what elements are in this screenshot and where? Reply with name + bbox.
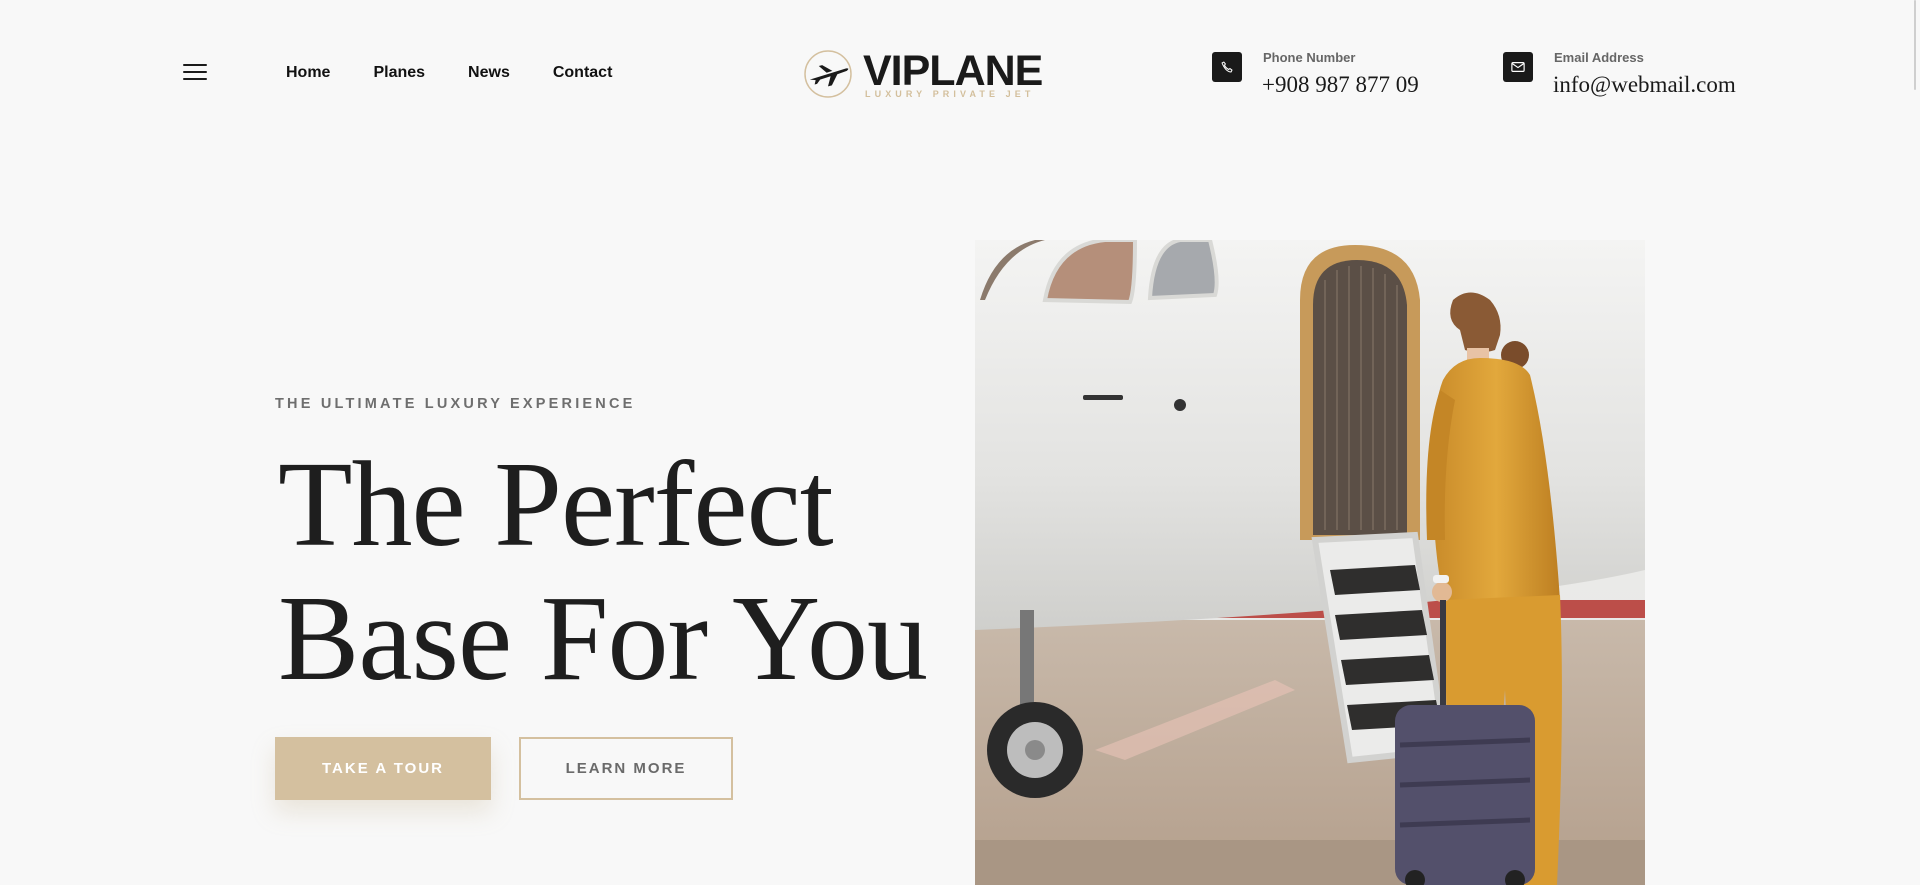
phone-icon [1212, 52, 1242, 82]
logo[interactable]: VIPLANE LUXURY PRIVATE JET [803, 48, 1048, 102]
hero-eyebrow: THE ULTIMATE LUXURY EXPERIENCE [275, 396, 636, 412]
hero-image [975, 240, 1645, 885]
plane-logo-icon [804, 50, 852, 98]
main-nav: Home Planes News Contact [286, 64, 655, 82]
scrollbar[interactable] [1914, 0, 1916, 90]
logo-wordmark: VIPLANE [863, 47, 1043, 95]
menu-toggle-icon[interactable] [183, 62, 207, 82]
hero-title-line-1: The Perfect [278, 437, 834, 572]
nav-planes[interactable]: Planes [373, 64, 425, 82]
nav-contact[interactable]: Contact [553, 64, 613, 82]
hero-title: The Perfect Base For You [278, 437, 928, 706]
nav-home[interactable]: Home [286, 64, 330, 82]
woman-boarding-jet-image [975, 240, 1645, 885]
email-address[interactable]: info@webmail.com [1553, 72, 1736, 98]
phone-number[interactable]: +908 987 877 09 [1262, 72, 1419, 98]
email-label: Email Address [1554, 50, 1644, 65]
take-a-tour-button[interactable]: TAKE A TOUR [275, 737, 491, 800]
mail-icon [1503, 52, 1533, 82]
nav-news[interactable]: News [468, 64, 510, 82]
hero-title-line-2: Base For You [278, 571, 928, 706]
learn-more-button[interactable]: LEARN MORE [519, 737, 733, 800]
logo-tagline: LUXURY PRIVATE JET [865, 89, 1035, 99]
phone-label: Phone Number [1263, 50, 1356, 65]
